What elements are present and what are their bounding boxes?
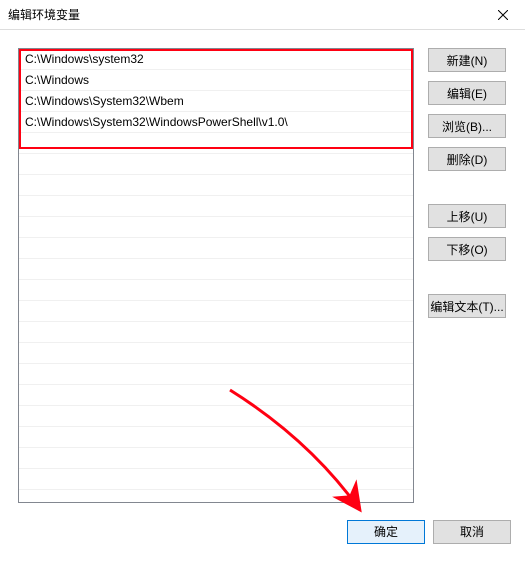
list-item[interactable]: C:\Windows\System32\WindowsPowerShell\v1…	[19, 112, 413, 133]
edit-button[interactable]: 编辑(E)	[428, 81, 506, 105]
button-spacer	[428, 270, 506, 294]
list-item[interactable]: C:\Windows\System32\Wbem	[19, 91, 413, 112]
list-item-empty[interactable]: .	[19, 196, 413, 217]
move-down-button[interactable]: 下移(O)	[428, 237, 506, 261]
list-item-empty[interactable]: .	[19, 217, 413, 238]
move-up-button[interactable]: 上移(U)	[428, 204, 506, 228]
browse-button[interactable]: 浏览(B)...	[428, 114, 506, 138]
list-item-empty[interactable]: .	[19, 259, 413, 280]
button-spacer	[428, 180, 506, 204]
list-item-empty[interactable]: .	[19, 364, 413, 385]
titlebar: 编辑环境变量	[0, 0, 525, 30]
list-item[interactable]: C:\Windows\system32	[19, 49, 413, 70]
list-item-empty[interactable]: .	[19, 175, 413, 196]
list-item-empty[interactable]: .	[19, 154, 413, 175]
list-item-empty[interactable]: .	[19, 238, 413, 259]
list-item-empty[interactable]: .	[19, 322, 413, 343]
side-button-group: 新建(N) 编辑(E) 浏览(B)... 删除(D) 上移(U) 下移(O) 编…	[428, 48, 506, 497]
list-item-empty[interactable]: .	[19, 448, 413, 469]
list-item-empty[interactable]: .	[19, 280, 413, 301]
list-item-empty[interactable]: .	[19, 406, 413, 427]
list-item-empty[interactable]: .	[19, 427, 413, 448]
content-area: C:\Windows\system32 C:\Windows C:\Window…	[0, 30, 525, 511]
list-item-empty[interactable]: .	[19, 385, 413, 406]
list-item-empty[interactable]: .	[19, 301, 413, 322]
footer-buttons: 确定 取消	[0, 511, 525, 561]
window-title: 编辑环境变量	[8, 6, 480, 23]
edit-text-button[interactable]: 编辑文本(T)...	[428, 294, 506, 318]
ok-button[interactable]: 确定	[347, 520, 425, 544]
close-button[interactable]	[480, 0, 525, 30]
list-item-empty[interactable]: .	[19, 343, 413, 364]
path-listbox[interactable]: C:\Windows\system32 C:\Windows C:\Window…	[18, 48, 414, 503]
close-icon	[498, 10, 508, 20]
cancel-button[interactable]: 取消	[433, 520, 511, 544]
list-item-empty[interactable]: .	[19, 469, 413, 490]
list-item[interactable]: C:\Windows	[19, 70, 413, 91]
list-item-empty[interactable]: .	[19, 133, 413, 154]
new-button[interactable]: 新建(N)	[428, 48, 506, 72]
delete-button[interactable]: 删除(D)	[428, 147, 506, 171]
